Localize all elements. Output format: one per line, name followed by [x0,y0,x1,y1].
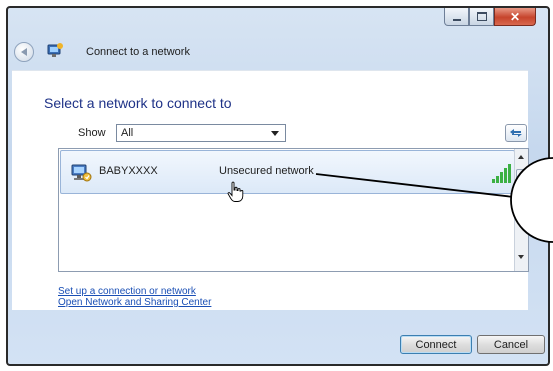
sharing-center-link[interactable]: Open Network and Sharing Center [58,297,211,308]
show-label: Show [78,127,106,139]
maximize-button[interactable] [469,8,494,26]
hand-cursor-icon [227,181,244,202]
chevron-down-icon [271,131,279,136]
scroll-down-icon[interactable] [518,255,524,259]
connect-button[interactable]: Connect [400,335,472,354]
grip-line [520,191,524,192]
refresh-icon [510,129,522,137]
network-list-item[interactable]: BABYXXXX Unsecured network [60,150,515,194]
back-button[interactable] [14,42,34,62]
network-name: BABYXXXX [99,165,158,177]
page-heading: Select a network to connect to [44,95,232,111]
scroll-thumb[interactable] [516,169,527,211]
network-list[interactable]: BABYXXXX Unsecured network [58,148,529,272]
scroll-up-icon[interactable] [518,155,524,159]
back-arrow-icon [21,48,27,56]
cancel-button[interactable]: Cancel [477,335,545,354]
network-list-scrollbar[interactable] [514,149,528,271]
grip-line [520,189,524,190]
setup-connection-link[interactable]: Set up a connection or network [58,286,196,297]
minimize-icon [452,18,461,21]
network-wizard-icon [47,43,63,57]
signal-strength-icon [492,164,511,183]
close-button[interactable]: ✕ [494,8,536,26]
minimize-button[interactable] [444,8,469,26]
refresh-button[interactable] [505,124,527,142]
grip-line [520,187,524,188]
show-filter-select[interactable]: All [116,124,286,142]
maximize-icon [476,12,487,21]
network-security-status: Unsecured network [219,165,314,177]
caption-buttons: ✕ [444,8,536,26]
network-icon [71,164,92,182]
window-title: Connect to a network [86,46,190,58]
close-icon: ✕ [509,9,521,24]
show-filter-value: All [121,127,134,139]
